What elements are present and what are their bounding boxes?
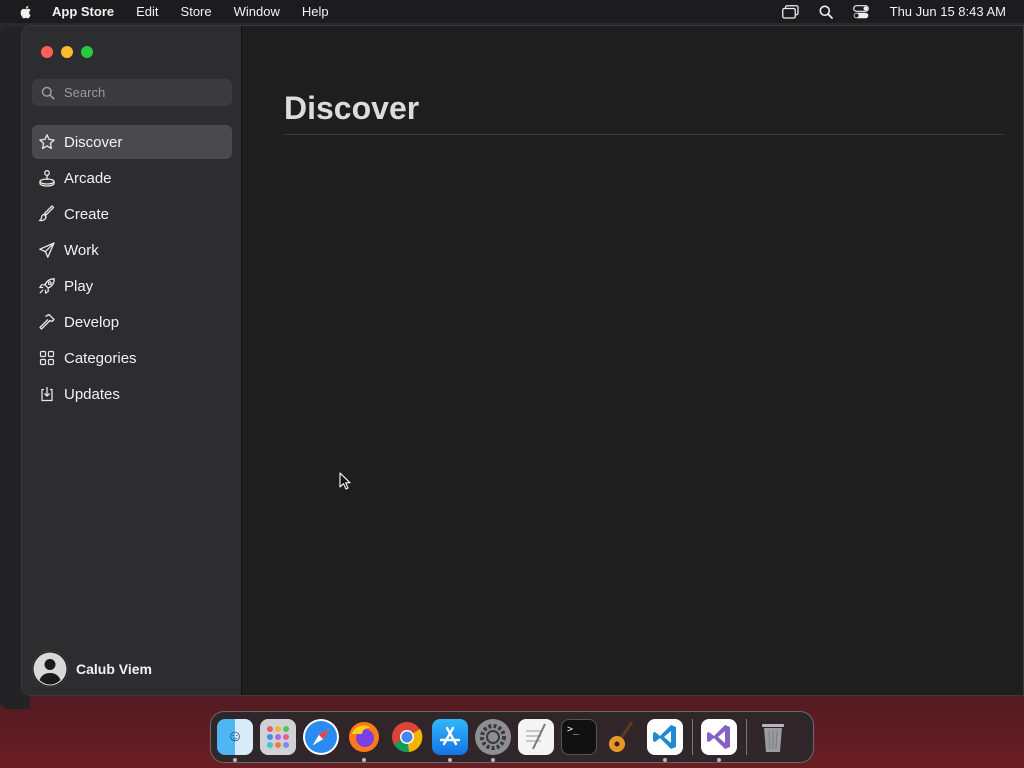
star-icon — [38, 133, 56, 151]
hammer-icon — [38, 313, 56, 331]
dock-chrome[interactable] — [389, 719, 425, 755]
traffic-lights — [41, 46, 101, 58]
dock-finder[interactable]: ☺ — [217, 719, 253, 762]
sidebar-nav: Discover Arcade Create Work Play Develop… — [32, 125, 232, 413]
page-title: Discover — [284, 90, 420, 126]
maximize-window-button[interactable] — [81, 46, 93, 58]
sidebar-item-label: Categories — [64, 349, 137, 367]
dock-garageband[interactable] — [604, 719, 640, 755]
title-divider — [284, 134, 1004, 135]
minimize-window-button[interactable] — [61, 46, 73, 58]
running-indicator — [362, 758, 366, 762]
app-store-icon — [439, 726, 461, 746]
running-indicator — [448, 758, 452, 762]
dock-separator — [746, 719, 747, 755]
control-center-icon[interactable] — [852, 4, 870, 20]
apple-logo-icon[interactable] — [18, 4, 34, 20]
launchpad-icon — [267, 726, 289, 748]
sidebar-item-categories[interactable]: Categories — [32, 341, 232, 375]
sidebar-item-label: Arcade — [64, 169, 112, 187]
menu-window[interactable]: Window — [234, 4, 280, 19]
sidebar-item-label: Create — [64, 205, 110, 223]
main-content: Discover — [242, 26, 1023, 695]
sidebar-item-label: Work — [64, 241, 99, 259]
chrome-icon — [392, 722, 423, 753]
sidebar-item-updates[interactable]: Updates — [32, 377, 232, 411]
gear-icon — [480, 724, 506, 750]
grid-icon — [38, 349, 56, 367]
dock-firefox[interactable] — [346, 719, 382, 762]
search-field[interactable] — [32, 79, 232, 106]
dock: ☺ >_ — [210, 711, 814, 763]
dock-app-store[interactable] — [432, 719, 468, 762]
dock-launchpad[interactable] — [260, 719, 296, 755]
spotlight-search-icon[interactable] — [817, 4, 835, 20]
textedit-icon — [526, 723, 546, 750]
trash-icon — [762, 724, 784, 752]
menu-bar-extras: Thu Jun 15 8:43 AM — [765, 0, 1006, 23]
sidebar-item-discover[interactable]: Discover — [32, 125, 232, 159]
sidebar-item-label: Develop — [64, 313, 120, 331]
running-indicator — [233, 758, 237, 762]
dock-visual-studio[interactable] — [701, 719, 737, 762]
menu-help[interactable]: Help — [302, 4, 329, 19]
sidebar-item-create[interactable]: Create — [32, 197, 232, 231]
menu-app-name[interactable]: App Store — [52, 4, 114, 19]
dock-separator — [692, 719, 693, 755]
running-indicator — [717, 758, 721, 762]
sidebar-item-label: Discover — [64, 133, 123, 151]
user-name: Calub Viem — [76, 661, 152, 677]
avatar — [32, 651, 68, 687]
sidebar-item-develop[interactable]: Develop — [32, 305, 232, 339]
close-window-button[interactable] — [41, 46, 53, 58]
dock-system-settings[interactable] — [475, 719, 511, 762]
dock-textedit[interactable] — [518, 719, 554, 755]
sidebar-item-arcade[interactable]: Arcade — [32, 161, 232, 195]
terminal-icon: >_ — [567, 724, 580, 735]
app-store-window: Discover Arcade Create Work — [21, 25, 1024, 696]
download-box-icon — [38, 385, 56, 403]
menu-clock[interactable]: Thu Jun 15 8:43 AM — [890, 4, 1006, 19]
sidebar-item-label: Play — [64, 277, 94, 295]
sidebar-item-work[interactable]: Work — [32, 233, 232, 267]
screen-mirroring-icon[interactable] — [782, 4, 800, 20]
search-input[interactable] — [64, 85, 214, 100]
guitar-icon — [609, 721, 634, 752]
rocket-icon — [38, 277, 56, 295]
vscode-icon — [653, 725, 676, 749]
account-button[interactable]: Calub Viem — [32, 651, 152, 687]
finder-icon: ☺ — [226, 728, 244, 745]
sidebar-item-label: Updates — [64, 385, 120, 403]
dock-safari[interactable] — [303, 719, 339, 755]
menu-store[interactable]: Store — [181, 4, 212, 19]
menu-bar: App Store Edit Store Window Help Thu Jun… — [0, 0, 1024, 23]
sidebar-item-play[interactable]: Play — [32, 269, 232, 303]
dock-terminal[interactable]: >_ — [561, 719, 597, 755]
mouse-cursor-icon — [339, 472, 351, 490]
running-indicator — [663, 758, 667, 762]
running-indicator — [491, 758, 495, 762]
sidebar: Discover Arcade Create Work — [22, 26, 242, 695]
menu-edit[interactable]: Edit — [136, 4, 158, 19]
safari-compass-icon — [305, 721, 337, 753]
brush-icon — [38, 205, 56, 223]
paper-plane-icon — [38, 241, 56, 259]
dock-trash[interactable] — [755, 719, 791, 755]
firefox-icon — [349, 722, 379, 752]
search-icon — [41, 86, 55, 100]
joystick-icon — [38, 169, 56, 187]
dock-vscode[interactable] — [647, 719, 683, 762]
visual-studio-icon — [707, 725, 730, 749]
